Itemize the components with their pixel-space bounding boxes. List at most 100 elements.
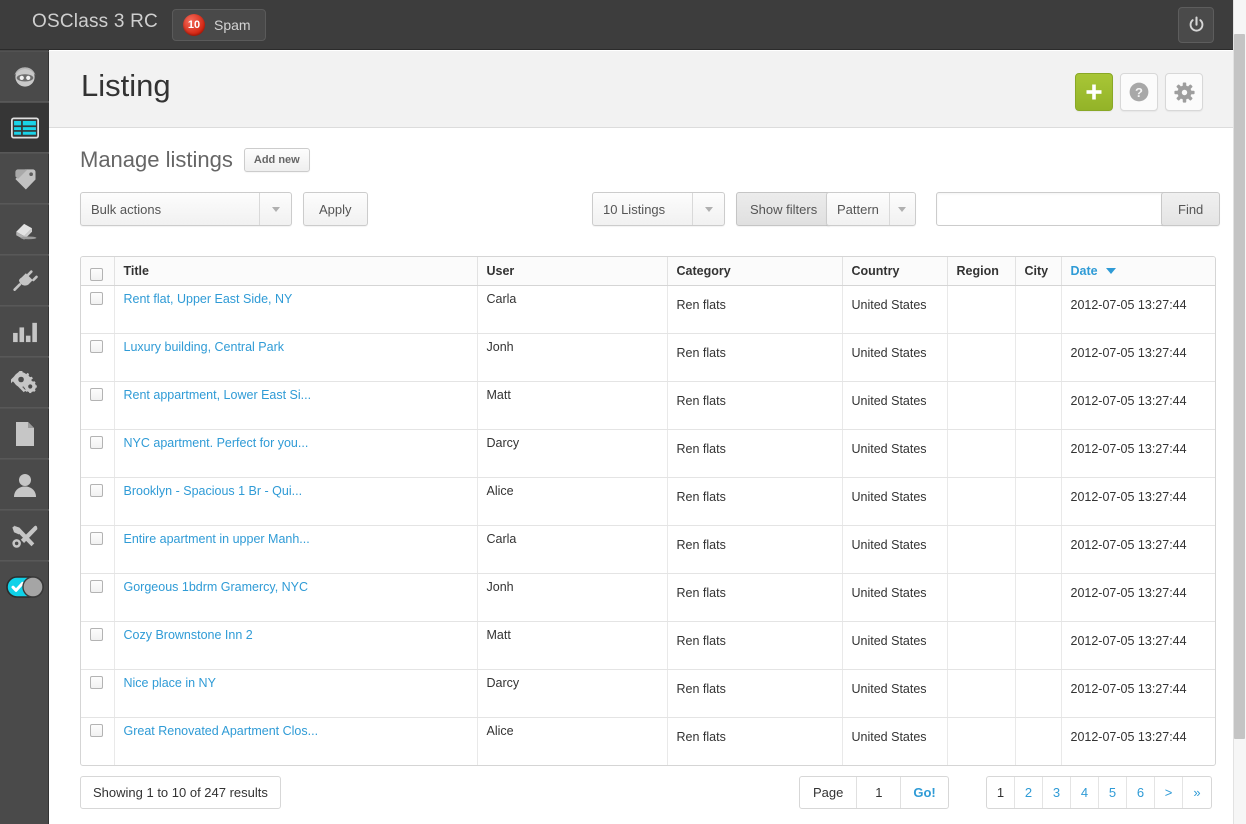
listing-title-link[interactable]: Nice place in NY bbox=[124, 676, 216, 690]
page-number-input[interactable]: 1 bbox=[857, 777, 901, 808]
pagination-item[interactable]: 6 bbox=[1127, 777, 1155, 808]
cell-category: Ren flats bbox=[667, 285, 842, 333]
listings-per-page-select[interactable]: 10 Listings bbox=[592, 192, 725, 226]
listing-title-link[interactable]: Rent appartment, Lower East Si... bbox=[124, 388, 312, 402]
gears-icon bbox=[11, 371, 39, 395]
settings-button[interactable] bbox=[1165, 73, 1203, 111]
cell-region bbox=[947, 669, 1015, 717]
cell-user: Jonh bbox=[477, 333, 667, 381]
cell-date: 2012-07-05 13:27:44 bbox=[1061, 621, 1215, 669]
cell-country: United States bbox=[842, 285, 947, 333]
listing-title-link[interactable]: Gorgeous 1bdrm Gramercy, NYC bbox=[124, 580, 309, 594]
row-checkbox[interactable] bbox=[90, 484, 103, 497]
page-jump: Page 1 Go! bbox=[799, 776, 949, 809]
sidebar bbox=[0, 0, 49, 824]
page-scrollbar[interactable] bbox=[1233, 0, 1246, 824]
column-header-title[interactable]: Title bbox=[114, 257, 477, 285]
question-icon: ? bbox=[1128, 81, 1150, 103]
cell-user: Carla bbox=[477, 525, 667, 573]
listings-table-wrapper: Title User Category Country Region City … bbox=[80, 256, 1216, 766]
listing-title-link[interactable]: Luxury building, Central Park bbox=[124, 340, 285, 354]
row-checkbox[interactable] bbox=[90, 676, 103, 689]
eraser-icon bbox=[11, 218, 39, 242]
column-header-date-link[interactable]: Date bbox=[1071, 264, 1098, 278]
pattern-select[interactable]: Pattern bbox=[826, 192, 916, 226]
column-header-region[interactable]: Region bbox=[947, 257, 1015, 285]
select-all-checkbox[interactable] bbox=[90, 268, 103, 281]
spam-button[interactable]: 10 Spam bbox=[172, 9, 266, 41]
column-header-user[interactable]: User bbox=[477, 257, 667, 285]
app-brand: OSClass 3 RC bbox=[32, 11, 158, 33]
listing-title-link[interactable]: Great Renovated Apartment Clos... bbox=[124, 724, 319, 738]
row-checkbox[interactable] bbox=[90, 724, 103, 737]
row-checkbox[interactable] bbox=[90, 436, 103, 449]
cell-title: Rent appartment, Lower East Si... bbox=[114, 381, 477, 429]
table-row: Luxury building, Central ParkJonhRen fla… bbox=[81, 333, 1215, 381]
row-checkbox[interactable] bbox=[90, 628, 103, 641]
page-label: Page bbox=[800, 777, 857, 808]
column-header-country[interactable]: Country bbox=[842, 257, 947, 285]
show-filters-button[interactable]: Show filters bbox=[736, 192, 831, 226]
row-checkbox[interactable] bbox=[90, 388, 103, 401]
sidebar-item-users[interactable] bbox=[0, 459, 49, 510]
scrollbar-thumb[interactable] bbox=[1234, 34, 1245, 739]
cell-title: Entire apartment in upper Manh... bbox=[114, 525, 477, 573]
pagination-item[interactable]: 2 bbox=[1015, 777, 1043, 808]
row-select-cell bbox=[81, 573, 114, 621]
add-new-button[interactable]: Add new bbox=[244, 148, 310, 172]
find-label: Find bbox=[1178, 202, 1203, 217]
logout-button[interactable] bbox=[1178, 7, 1214, 43]
sidebar-item-dashboard[interactable] bbox=[0, 51, 49, 102]
row-checkbox[interactable] bbox=[90, 532, 103, 545]
pagination-item[interactable]: 4 bbox=[1071, 777, 1099, 808]
sidebar-item-settings[interactable] bbox=[0, 357, 49, 408]
column-header-city[interactable]: City bbox=[1015, 257, 1061, 285]
row-select-cell bbox=[81, 621, 114, 669]
cell-city bbox=[1015, 429, 1061, 477]
sidebar-item-pages[interactable] bbox=[0, 408, 49, 459]
find-button[interactable]: Find bbox=[1161, 192, 1220, 226]
listing-title-link[interactable]: Brooklyn - Spacious 1 Br - Qui... bbox=[124, 484, 303, 498]
sidebar-toggle[interactable] bbox=[0, 561, 49, 612]
cell-city bbox=[1015, 333, 1061, 381]
cell-user: Darcy bbox=[477, 669, 667, 717]
sidebar-item-categories[interactable] bbox=[0, 153, 49, 204]
page-icon bbox=[14, 421, 36, 447]
pagination-item[interactable]: 5 bbox=[1099, 777, 1127, 808]
cell-date: 2012-07-05 13:27:44 bbox=[1061, 285, 1215, 333]
sidebar-item-stats[interactable] bbox=[0, 306, 49, 357]
listing-title-link[interactable]: Entire apartment in upper Manh... bbox=[124, 532, 310, 546]
column-header-category[interactable]: Category bbox=[667, 257, 842, 285]
cell-city bbox=[1015, 381, 1061, 429]
column-header-date[interactable]: Date bbox=[1061, 257, 1215, 285]
pagination-item[interactable]: 3 bbox=[1043, 777, 1071, 808]
help-button[interactable]: ? bbox=[1120, 73, 1158, 111]
row-checkbox[interactable] bbox=[90, 292, 103, 305]
pagination-item[interactable]: » bbox=[1183, 777, 1211, 808]
cell-title: Gorgeous 1bdrm Gramercy, NYC bbox=[114, 573, 477, 621]
sidebar-item-tools[interactable] bbox=[0, 510, 49, 561]
go-button[interactable]: Go! bbox=[901, 777, 947, 808]
row-checkbox[interactable] bbox=[90, 580, 103, 593]
sidebar-item-listings[interactable] bbox=[0, 102, 49, 153]
cell-category: Ren flats bbox=[667, 573, 842, 621]
sidebar-item-appearance[interactable] bbox=[0, 204, 49, 255]
row-checkbox[interactable] bbox=[90, 340, 103, 353]
cell-region bbox=[947, 429, 1015, 477]
cell-user: Carla bbox=[477, 285, 667, 333]
row-select-cell bbox=[81, 333, 114, 381]
row-select-cell bbox=[81, 477, 114, 525]
results-summary: Showing 1 to 10 of 247 results bbox=[80, 776, 281, 809]
bulk-actions-select[interactable]: Bulk actions bbox=[80, 192, 292, 226]
pagination: 123456>» bbox=[986, 776, 1212, 809]
listing-title-link[interactable]: NYC apartment. Perfect for you... bbox=[124, 436, 309, 450]
cell-city bbox=[1015, 573, 1061, 621]
listing-title-link[interactable]: Cozy Brownstone Inn 2 bbox=[124, 628, 253, 642]
add-listing-button[interactable] bbox=[1075, 73, 1113, 111]
pagination-item[interactable]: > bbox=[1155, 777, 1183, 808]
table-header-row: Title User Category Country Region City … bbox=[81, 257, 1215, 285]
listing-title-link[interactable]: Rent flat, Upper East Side, NY bbox=[124, 292, 293, 306]
sidebar-item-plugins[interactable] bbox=[0, 255, 49, 306]
apply-button[interactable]: Apply bbox=[303, 192, 368, 226]
check-toggle-icon bbox=[6, 576, 44, 598]
